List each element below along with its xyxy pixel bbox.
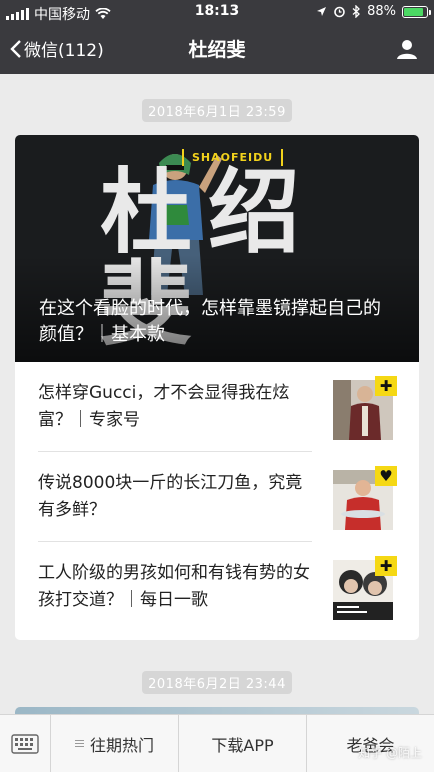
cover-article[interactable]: 杜绍斐 SHAOFEIDU 在这个看脸的时代，怎样靠墨镜撑起自己的颜值？｜基本款	[15, 135, 419, 362]
watermark: 知乎 @陌上	[358, 746, 422, 760]
article-thumbnail: ♥	[333, 466, 397, 530]
keyboard-icon	[11, 734, 39, 754]
article-item[interactable]: 怎样穿Gucci，才不会显得我在炫富？｜专家号 ✚	[15, 362, 419, 452]
brand-logo: SHAOFEIDU	[182, 149, 284, 166]
alarm-icon	[334, 6, 345, 18]
menu-item-label: 往期热门	[89, 735, 154, 755]
timestamp-label: 2018年6月1日 23:59	[142, 99, 292, 122]
timestamp: 2018年6月2日 23:44	[0, 671, 434, 694]
article-title: 怎样穿Gucci，才不会显得我在炫富？｜专家号	[38, 383, 290, 430]
status-bar: 中国移动 18:13 88%	[0, 0, 434, 24]
location-icon	[317, 7, 327, 16]
keyboard-toggle-button[interactable]	[0, 715, 51, 772]
bottom-menu: 往期热门 下载APP 老爸会	[0, 714, 434, 772]
menu-lines-icon	[74, 738, 84, 749]
status-right: 88%	[316, 4, 431, 19]
menu-item-hot[interactable]: 往期热门	[51, 715, 179, 772]
timestamp-label: 2018年6月2日 23:44	[142, 671, 292, 694]
article-thumbnail: ✚	[333, 376, 397, 440]
battery-percent: 88%	[367, 4, 396, 19]
timestamp: 2018年6月1日 23:59	[0, 99, 434, 122]
battery-fill	[404, 7, 424, 16]
plus-icon: ✚	[375, 376, 397, 396]
plus-icon: ✚	[375, 556, 397, 576]
battery-icon	[402, 5, 431, 18]
article-card: 杜绍斐 SHAOFEIDU 在这个看脸的时代，怎样靠墨镜撑起自己的颜值？｜基本款…	[15, 135, 419, 640]
bluetooth-icon	[352, 5, 361, 18]
profile-icon[interactable]	[396, 38, 418, 60]
article-item[interactable]: 工人阶级的男孩如何和有钱有势的女孩打交道？｜每日一歌 ✚	[15, 542, 419, 632]
header: 中国移动 18:13 88% 微信(112) 杜绍斐	[0, 0, 434, 74]
article-thumbnail: ✚	[333, 556, 397, 620]
page-title: 杜绍斐	[188, 39, 246, 61]
nav-bar: 微信(112) 杜绍斐	[0, 24, 434, 74]
article-title: 工人阶级的男孩如何和有钱有势的女孩打交道？｜每日一歌	[38, 563, 310, 610]
article-item[interactable]: 传说8000块一斤的长江刀鱼，究竟有多鲜？ ♥	[15, 452, 419, 542]
menu-item-download[interactable]: 下载APP	[179, 715, 307, 772]
article-title: 传说8000块一斤的长江刀鱼，究竟有多鲜？	[38, 473, 303, 520]
cover-headline: 在这个看脸的时代，怎样靠墨镜撑起自己的颜值？｜基本款	[39, 298, 381, 345]
menu-item-label: 下载APP	[211, 735, 274, 755]
heart-icon: ♥	[375, 466, 397, 486]
